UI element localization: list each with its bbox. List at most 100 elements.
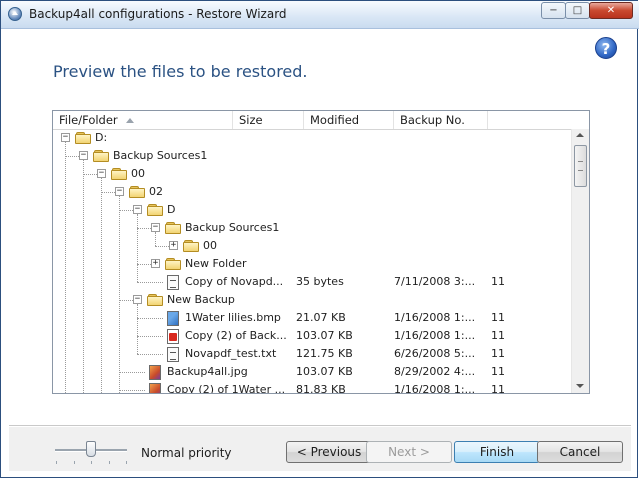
tree-item-name: Backup Sources1 — [113, 149, 208, 162]
collapse-icon[interactable]: − — [61, 133, 70, 142]
title-bar[interactable]: Backup4all configurations - Restore Wiza… — [1, 1, 639, 29]
sort-ascending-icon — [125, 118, 134, 123]
minimize-button[interactable]: − — [541, 2, 566, 19]
item-backup-no: 11 — [491, 275, 505, 288]
collapse-icon[interactable]: − — [133, 295, 142, 304]
tree-file-row[interactable]: 1Water lilies.bmp 21.07 KB 1/16/2008 1:...… — [53, 309, 571, 327]
finish-button[interactable]: Finish — [454, 441, 540, 463]
tree-folder-row[interactable]: + New Folder — [53, 255, 571, 273]
cancel-button[interactable]: Cancel — [537, 441, 623, 463]
column-headers: File/Folder Size Modified Backup No. — [53, 111, 589, 130]
scroll-down-arrow-icon[interactable] — [576, 384, 584, 388]
pdf-file-icon — [167, 329, 179, 344]
tree-item-name: D — [167, 203, 176, 216]
item-backup-no: 11 — [491, 347, 505, 360]
txt-file-icon — [167, 347, 179, 362]
tree-folder-row[interactable]: − D — [53, 201, 571, 219]
tree-file-row[interactable]: Copy of Novapd... 35 bytes 7/11/2008 3:...… — [53, 273, 571, 291]
collapse-icon[interactable]: − — [97, 169, 106, 178]
scrollbar-thumb[interactable] — [574, 145, 587, 187]
folder-icon — [147, 293, 164, 307]
folder-icon — [183, 239, 200, 253]
tree-item-name: Backup4all.jpg — [167, 365, 248, 378]
folder-icon — [75, 131, 92, 145]
tree-folder-row[interactable]: − Backup Sources1 — [53, 147, 571, 165]
tree-folder-row[interactable]: +00 — [53, 237, 571, 255]
tree-rows: − D: − Backup Sources1−00−02− D − Backup Sourc… — [53, 129, 571, 393]
slider-tick — [74, 461, 75, 464]
tree-item-name: 1Water lilies.bmp — [185, 311, 281, 324]
tree-item-name: New Backup — [167, 293, 235, 306]
column-header-file-folder[interactable]: File/Folder — [53, 111, 233, 129]
previous-button[interactable]: < Previous — [286, 441, 372, 463]
tree-file-row[interactable]: Copy (2) of Back... 103.07 KB 1/16/2008 1:… — [53, 327, 571, 345]
expand-icon[interactable]: + — [151, 259, 160, 268]
tree-folder-row[interactable]: − Backup Sources1 — [53, 219, 571, 237]
tree-folder-row[interactable]: − 02 — [53, 183, 571, 201]
tree-file-row[interactable]: Copy (2) of 1Water ... 81.83 KB 1/16/2008 … — [53, 381, 571, 394]
tree-file-row[interactable]: Backup4all.jpg 103.07 KB 8/29/2002 4:... 11 — [53, 363, 571, 381]
close-button[interactable]: ✕ — [589, 2, 633, 19]
bmp-file-icon — [167, 311, 179, 326]
folder-icon-body — [165, 224, 181, 234]
priority-slider-thumb[interactable] — [86, 441, 96, 457]
collapse-icon[interactable]: − — [151, 223, 160, 232]
slider-tick — [56, 461, 57, 464]
item-backup-no: 11 — [491, 365, 505, 378]
tree-item-name: 00 — [131, 167, 145, 180]
window-title: Backup4all configurations - Restore Wiza… — [29, 7, 287, 21]
collapse-icon[interactable]: − — [133, 205, 142, 214]
folder-icon-body — [147, 206, 163, 216]
tree-folder-row[interactable]: − 00 — [53, 165, 571, 183]
collapse-icon[interactable]: − — [115, 187, 124, 196]
item-size: 21.07 KB — [296, 311, 346, 324]
collapse-icon[interactable]: − — [79, 151, 88, 160]
slider-tick — [126, 461, 127, 464]
tree-item-name: Backup Sources1 — [185, 221, 280, 234]
column-header-modified[interactable]: Modified — [304, 111, 394, 129]
tree-folder-row[interactable]: − New Backup — [53, 291, 571, 309]
item-backup-no: 11 — [491, 311, 505, 324]
column-header-size[interactable]: Size — [233, 111, 304, 129]
folder-icon — [165, 221, 182, 235]
file-tree-list[interactable]: File/Folder Size Modified Backup No. − D:… — [52, 110, 590, 394]
tree-item-name: New Folder — [185, 257, 247, 270]
column-header-backup-no[interactable]: Backup No. — [394, 111, 488, 129]
folder-icon — [93, 149, 110, 163]
expand-icon[interactable]: + — [169, 241, 178, 250]
slider-tick — [109, 461, 110, 464]
item-size: 103.07 KB — [296, 329, 353, 342]
txt-file-icon — [167, 275, 179, 290]
maximize-button[interactable]: □ — [565, 2, 590, 19]
folder-icon — [165, 257, 182, 271]
folder-icon-body — [183, 242, 199, 252]
item-size: 121.75 KB — [296, 347, 353, 360]
tree-file-row[interactable]: Novapdf_test.txt 121.75 KB 6/26/2008 5:...… — [53, 345, 571, 363]
tree-folder-row[interactable]: − D: — [53, 129, 571, 147]
item-size: 35 bytes — [296, 275, 344, 288]
priority-label: Normal priority — [141, 446, 232, 460]
item-backup-no: 11 — [491, 329, 505, 342]
jpg-file-icon — [149, 383, 161, 393]
folder-icon-body — [165, 260, 181, 270]
slider-tick — [91, 461, 92, 464]
item-size: 81.83 KB — [296, 383, 346, 394]
tree-item-name: Copy (2) of Back... — [185, 329, 287, 342]
tree-item-name: 00 — [203, 239, 217, 252]
folder-icon-body — [75, 134, 91, 144]
help-icon[interactable]: ? — [595, 37, 617, 59]
wizard-footer: Normal priority < Previous Next > Finish… — [9, 427, 631, 471]
page-title: Preview the files to be restored. — [53, 62, 308, 81]
scroll-up-arrow-icon[interactable] — [576, 133, 584, 137]
restore-wizard-window: Backup4all configurations - Restore Wiza… — [0, 0, 639, 478]
folder-icon — [147, 203, 164, 217]
footer-divider — [9, 425, 631, 426]
tree-item-name: Copy (2) of 1Water ... — [167, 383, 286, 394]
item-backup-no: 11 — [491, 383, 505, 394]
tree-item-name: D: — [95, 131, 108, 144]
item-size: 103.07 KB — [296, 365, 353, 378]
folder-icon-body — [129, 188, 145, 198]
jpg-file-icon — [149, 365, 161, 380]
tree-item-name: Copy of Novapd... — [185, 275, 284, 288]
vertical-scrollbar[interactable] — [571, 129, 589, 393]
